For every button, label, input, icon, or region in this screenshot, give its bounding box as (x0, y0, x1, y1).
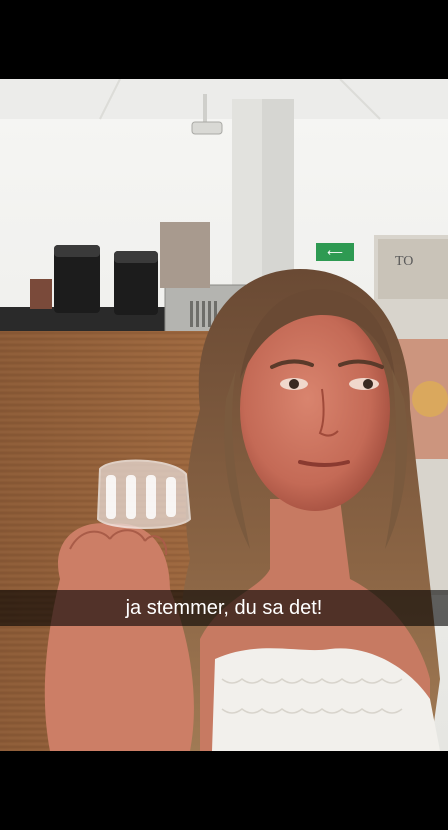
bottom-letterbox (0, 751, 448, 830)
snap-caption-bar: ja stemmer, du sa det! (0, 590, 448, 626)
clear-ice-cube (96, 459, 192, 529)
exit-sign: ⟵ (316, 243, 354, 261)
snap-photo: ⟵ TO (0, 79, 448, 751)
banner-text: TO (395, 254, 413, 269)
top-letterbox (0, 0, 448, 79)
snap-caption: ja stemmer, du sa det! (125, 596, 323, 619)
svg-text:⟵: ⟵ (327, 246, 343, 259)
